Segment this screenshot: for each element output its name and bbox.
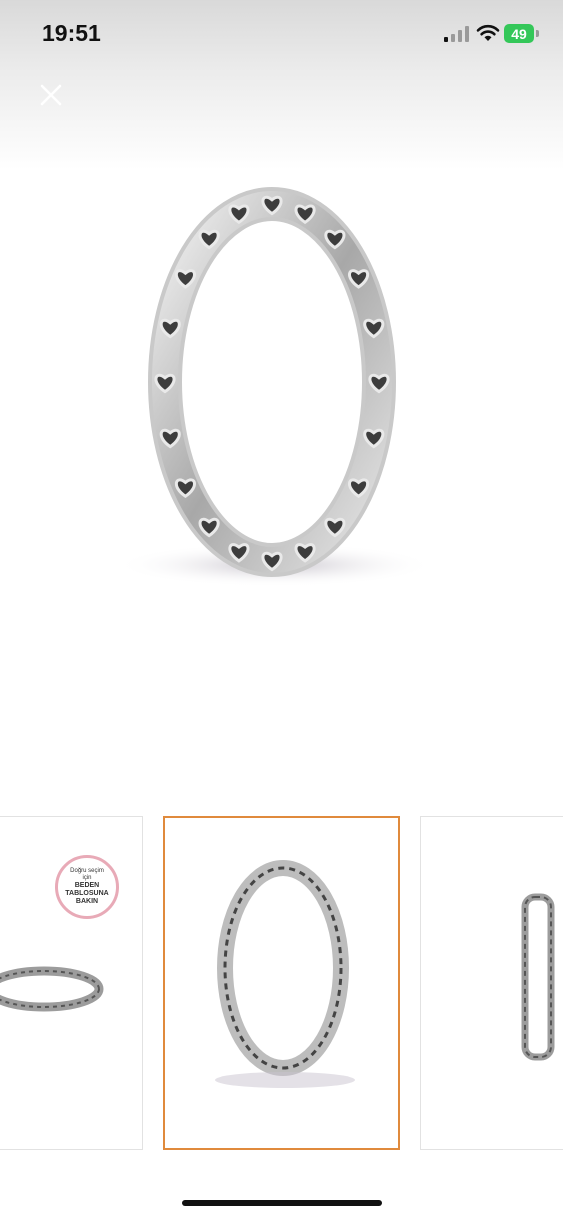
- status-time: 19:51: [42, 20, 101, 46]
- badge-line-2: için: [82, 875, 92, 881]
- badge-line-4: TABLOSUNA: [65, 890, 109, 897]
- badge-line-5: BAKIN: [75, 898, 99, 905]
- badge-line-1: Doğru seçim: [70, 868, 104, 874]
- home-indicator[interactable]: [182, 1200, 382, 1206]
- thumbnail-2[interactable]: [163, 816, 400, 1150]
- status-bar: 19:51 49: [0, 0, 563, 68]
- main-product-image: [115, 187, 435, 587]
- battery-level: 49: [511, 25, 527, 42]
- thumbnail-2-ring: [215, 860, 355, 1088]
- size-guide-badge[interactable]: Doğru seçim için BEDEN TABLOSUNA BAKIN: [55, 855, 119, 919]
- thumbnail-1[interactable]: Doğru seçim için BEDEN TABLOSUNA BAKIN: [0, 816, 143, 1150]
- thumbnail-3-ring: [521, 893, 555, 1061]
- close-button[interactable]: [34, 78, 68, 112]
- thumbnail-strip: Doğru seçim için BEDEN TABLOSUNA BAKIN: [0, 816, 563, 1152]
- thumbnail-3[interactable]: [420, 816, 563, 1150]
- thumbnail-1-ring: [0, 966, 104, 1012]
- close-icon: [40, 84, 62, 106]
- wifi-icon: [476, 24, 500, 41]
- battery-cap: [536, 30, 539, 37]
- cellular-signal-icon: [444, 26, 469, 42]
- badge-line-3: BEDEN: [74, 882, 100, 889]
- battery-icon: 49: [504, 24, 534, 43]
